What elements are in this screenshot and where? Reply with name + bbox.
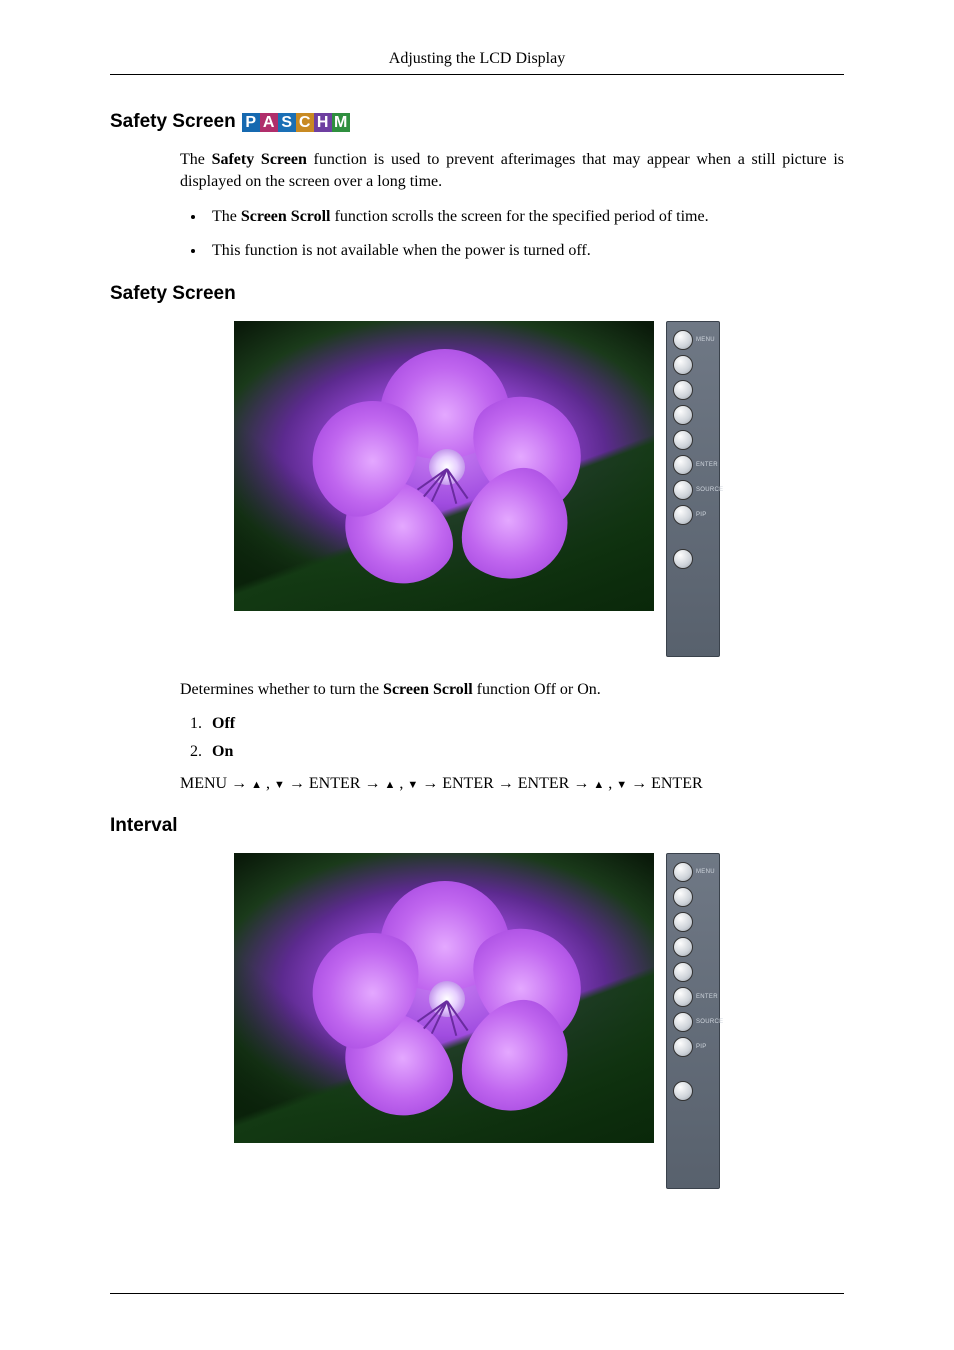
arrow: → [494,775,518,792]
down-arrow-icon [407,775,418,792]
safety-screen-intro: The Safety Screen function is used to pr… [180,149,844,192]
safety-screen-subheading: Safety Screen [110,283,844,305]
badge-h: H [314,113,332,132]
running-header: Adjusting the LCD Display [110,50,844,68]
remote-label: ENTER [696,994,718,1000]
path-menu: MENU [180,775,227,792]
text-bold: Screen Scroll [383,681,473,698]
comma: , [262,775,274,792]
screenshot-safety-screen: MENU ENTER SOURCE PIP [110,321,844,657]
remote-enter-button[interactable] [673,455,693,475]
arrow: → [227,775,251,792]
remote-button[interactable] [673,380,693,400]
remote-menu-button[interactable] [673,862,693,882]
path-enter: ENTER [309,775,361,792]
remote-source-button[interactable] [673,480,693,500]
badge-a: A [260,113,278,132]
safety-screen-heading: Safety Screen P A S C H M [110,111,844,133]
remote-button[interactable] [673,405,693,425]
safety-screen-bullets: The Screen Scroll function scrolls the s… [180,206,844,261]
remote-button[interactable] [673,355,693,375]
text: function Off or On. [473,681,601,698]
remote-label: MENU [696,869,715,875]
arrow: → [418,775,442,792]
list-item: This function is not available when the … [206,240,844,262]
comma: , [604,775,616,792]
up-arrow-icon [251,775,262,792]
text: function scrolls the screen for the spec… [331,208,709,225]
badge-s: S [278,113,296,132]
top-rule [110,74,844,75]
arrow: → [360,775,384,792]
remote-button[interactable] [673,887,693,907]
input-mode-badges: P A S C H M [242,113,350,132]
option-on: On [212,743,233,760]
remote-label: ENTER [696,462,718,468]
comma: , [395,775,407,792]
menu-navigation-path: MENU → , → ENTER → , → ENTER → ENTER → ,… [180,775,844,793]
path-enter: ENTER [651,775,703,792]
remote-label: PIP [696,512,707,518]
remote-power-button[interactable] [673,1081,693,1101]
remote-source-button[interactable] [673,1012,693,1032]
lcd-flower-image [234,853,654,1143]
down-arrow-icon [616,775,627,792]
remote-control-panel: MENU ENTER SOURCE PIP [666,853,720,1189]
screenshot-interval: MENU ENTER SOURCE PIP [110,853,844,1189]
list-item: On [206,743,844,761]
down-arrow-icon [274,775,285,792]
text: The [180,151,212,168]
remote-label: SOURCE [696,487,723,493]
path-enter: ENTER [518,775,570,792]
interval-subheading: Interval [110,815,844,837]
badge-p: P [242,113,260,132]
arrow: → [627,775,651,792]
up-arrow-icon [384,775,395,792]
remote-button[interactable] [673,937,693,957]
remote-button[interactable] [673,912,693,932]
remote-button[interactable] [673,430,693,450]
badge-m: M [332,113,350,132]
remote-button[interactable] [673,962,693,982]
remote-label: SOURCE [696,1019,723,1025]
badge-c: C [296,113,314,132]
screen-scroll-caption: Determines whether to turn the Screen Sc… [180,679,844,701]
path-enter: ENTER [442,775,494,792]
text-bold: Screen Scroll [241,208,331,225]
arrow: → [569,775,593,792]
remote-enter-button[interactable] [673,987,693,1007]
up-arrow-icon [593,775,604,792]
remote-pip-button[interactable] [673,505,693,525]
lcd-flower-image [234,321,654,611]
bottom-rule [110,1293,844,1294]
text: Determines whether to turn the [180,681,383,698]
remote-control-panel: MENU ENTER SOURCE PIP [666,321,720,657]
list-item: Off [206,715,844,733]
remote-label: PIP [696,1044,707,1050]
remote-label: MENU [696,337,715,343]
arrow: → [285,775,309,792]
off-on-list: Off On [180,715,844,761]
remote-pip-button[interactable] [673,1037,693,1057]
list-item: The Screen Scroll function scrolls the s… [206,206,844,228]
remote-power-button[interactable] [673,549,693,569]
heading-text: Safety Screen [110,111,236,133]
text-bold: Safety Screen [212,151,307,168]
option-off: Off [212,715,235,732]
text: The [212,208,241,225]
remote-menu-button[interactable] [673,330,693,350]
